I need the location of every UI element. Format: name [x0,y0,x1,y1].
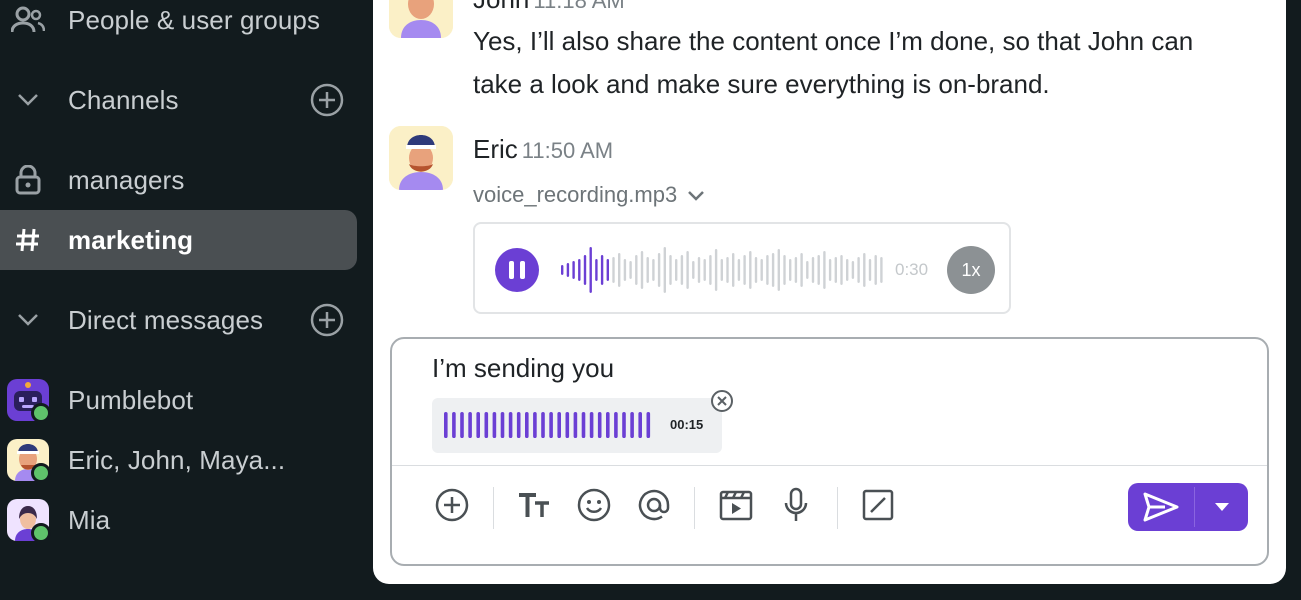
chevron-down-icon[interactable] [8,300,48,340]
waveform[interactable] [559,244,885,296]
sidebar-item-mia[interactable]: Mia [0,490,357,550]
message-body-line: take a look and make sure everything is … [473,69,1050,99]
mention-icon[interactable] [634,485,674,525]
direct-messages-section-header[interactable]: Direct messages [0,290,357,350]
sidebar-item-people[interactable]: People & user groups [0,0,357,50]
sidebar-item-label: managers [68,164,185,195]
sidebar-item-label: Pumblebot [68,384,194,415]
sidebar-item-managers[interactable]: managers [0,150,357,210]
send-button[interactable] [1128,483,1194,531]
people-icon [8,0,48,40]
recording-waveform [444,412,651,438]
avatar [389,126,453,190]
add-channel-icon[interactable] [309,82,345,118]
text-format-icon[interactable] [514,485,554,525]
channels-header-label: Channels [68,84,179,115]
sidebar-item-label: Mia [68,504,111,535]
hash-icon [8,220,48,260]
send-options-button[interactable] [1195,483,1248,531]
online-status-dot [31,523,51,543]
online-status-dot [31,403,51,423]
message-header: Eric 11:50 AM [473,128,613,172]
toolbar-separator [837,487,838,529]
chevron-down-icon[interactable] [687,182,705,208]
chevron-down-icon[interactable] [8,80,48,120]
remove-recording-icon[interactable] [710,389,734,413]
avatar [7,379,51,423]
message-time: 11:18 AM [533,0,625,13]
message-header: John 11:18 AM [473,0,625,22]
video-clip-icon[interactable] [716,485,756,525]
avatar [389,0,453,38]
sidebar-item-label: People & user groups [68,4,321,35]
send-icon [1143,492,1179,522]
emoji-icon[interactable] [574,485,614,525]
add-dm-icon[interactable] [309,302,345,338]
playback-speed-button[interactable]: 1x [947,246,995,294]
toolbar-separator [694,487,695,529]
plus-icon[interactable] [432,485,472,525]
sidebar-item-group-dm[interactable]: Eric, John, Maya... [0,430,357,490]
caret-down-icon [1214,503,1229,511]
message-body-line: Yes, I’ll also share the content once I’… [473,26,1194,56]
attachment-filename: voice_recording.mp3 [473,182,678,207]
microphone-icon[interactable] [776,485,816,525]
avatar [7,439,51,483]
message-pane: John 11:18 AM Yes, I’ll also share the co… [373,0,1286,584]
online-status-dot [31,463,51,483]
voice-duration: 0:30 [895,260,929,279]
pause-icon [509,261,525,279]
message-author[interactable]: John [473,0,529,14]
sidebar-item-pumblebot[interactable]: Pumblebot [0,370,357,430]
pause-button[interactable] [495,248,539,292]
message-composer: I’m sending you 00:15 [390,337,1269,566]
sidebar: People & user groups Channels managers m… [0,0,372,600]
dm-header-label: Direct messages [68,304,264,335]
app-window: People & user groups Channels managers m… [0,0,1301,600]
slash-command-icon[interactable] [858,485,898,525]
sidebar-item-marketing[interactable]: marketing [0,210,357,270]
channels-section-header[interactable]: Channels [0,70,357,130]
voice-message-player: 0:30 1x [473,222,1011,314]
composer-divider [392,465,1267,466]
lock-icon [8,160,48,200]
window-edge [1286,0,1301,600]
sidebar-item-label: Eric, John, Maya... [68,444,286,475]
sidebar-item-label: marketing [68,224,194,255]
message-time: 11:50 AM [521,138,614,163]
recording-duration: 00:15 [670,417,704,432]
recording-attachment: 00:15 [432,398,722,453]
composer-input[interactable]: I’m sending you [432,353,614,384]
avatar [7,499,51,543]
attachment-name[interactable]: voice_recording.mp3 [473,182,705,208]
send-button-group [1128,483,1248,531]
message-author[interactable]: Eric [473,134,518,164]
toolbar-separator [493,487,494,529]
